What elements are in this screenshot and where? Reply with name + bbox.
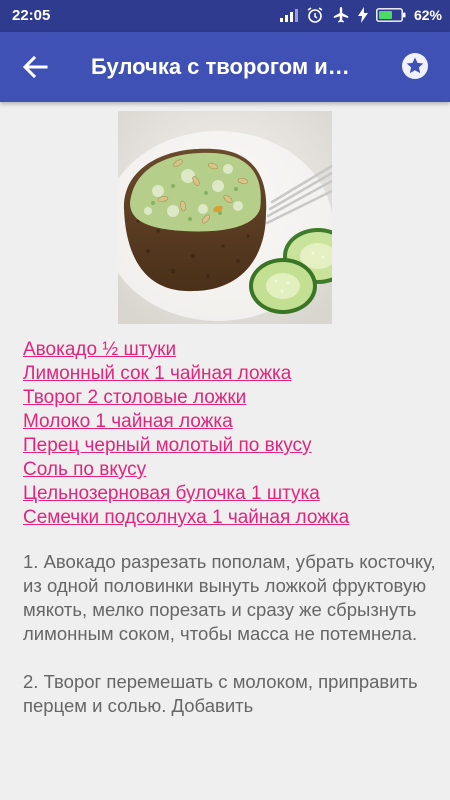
ingredients-list: Авокадо ½ штуки Лимонный сок 1 чайная ло…: [23, 338, 433, 530]
ingredient-link[interactable]: Лимонный сок 1 чайная ложка: [23, 362, 433, 386]
star-icon: [402, 53, 428, 79]
page-title: Булочка с творогом и…: [91, 54, 350, 79]
ingredient-link[interactable]: Авокадо ½ штуки: [23, 338, 433, 362]
status-icons: 62%: [279, 6, 442, 24]
airplane-mode-icon: [332, 6, 350, 24]
recipe-steps: 1. Авокадо разрезать пополам, убрать кос…: [23, 550, 437, 742]
ingredient-link[interactable]: Молоко 1 чайная ложка: [23, 410, 433, 434]
ingredient-link[interactable]: Семечки подсолнуха 1 чайная ложка: [23, 506, 433, 530]
recipe-step: 2. Творог перемешать с молоком, приправи…: [23, 671, 418, 716]
status-bar: 22:05 62%: [0, 0, 450, 32]
alarm-icon: [306, 6, 324, 24]
favorite-button[interactable]: [401, 52, 429, 80]
ingredient-link[interactable]: Соль по вкусу: [23, 458, 433, 482]
charging-icon: [357, 7, 368, 23]
status-time: 22:05: [12, 7, 51, 24]
ingredient-link[interactable]: Перец черный молотый по вкусу: [23, 434, 433, 458]
ingredient-link[interactable]: Цельнозерновая булочка 1 штука: [23, 482, 433, 506]
signal-icon: [279, 8, 298, 22]
app-bar: Булочка с творогом и…: [0, 32, 450, 102]
ingredient-link[interactable]: Творог 2 столовые ложки: [23, 386, 433, 410]
recipe-step: 1. Авокадо разрезать пополам, убрать кос…: [23, 551, 436, 644]
recipe-photo: [118, 111, 332, 324]
battery-icon: [376, 8, 406, 22]
arrow-back-icon[interactable]: [20, 53, 50, 81]
battery-percent: 62%: [413, 7, 442, 23]
